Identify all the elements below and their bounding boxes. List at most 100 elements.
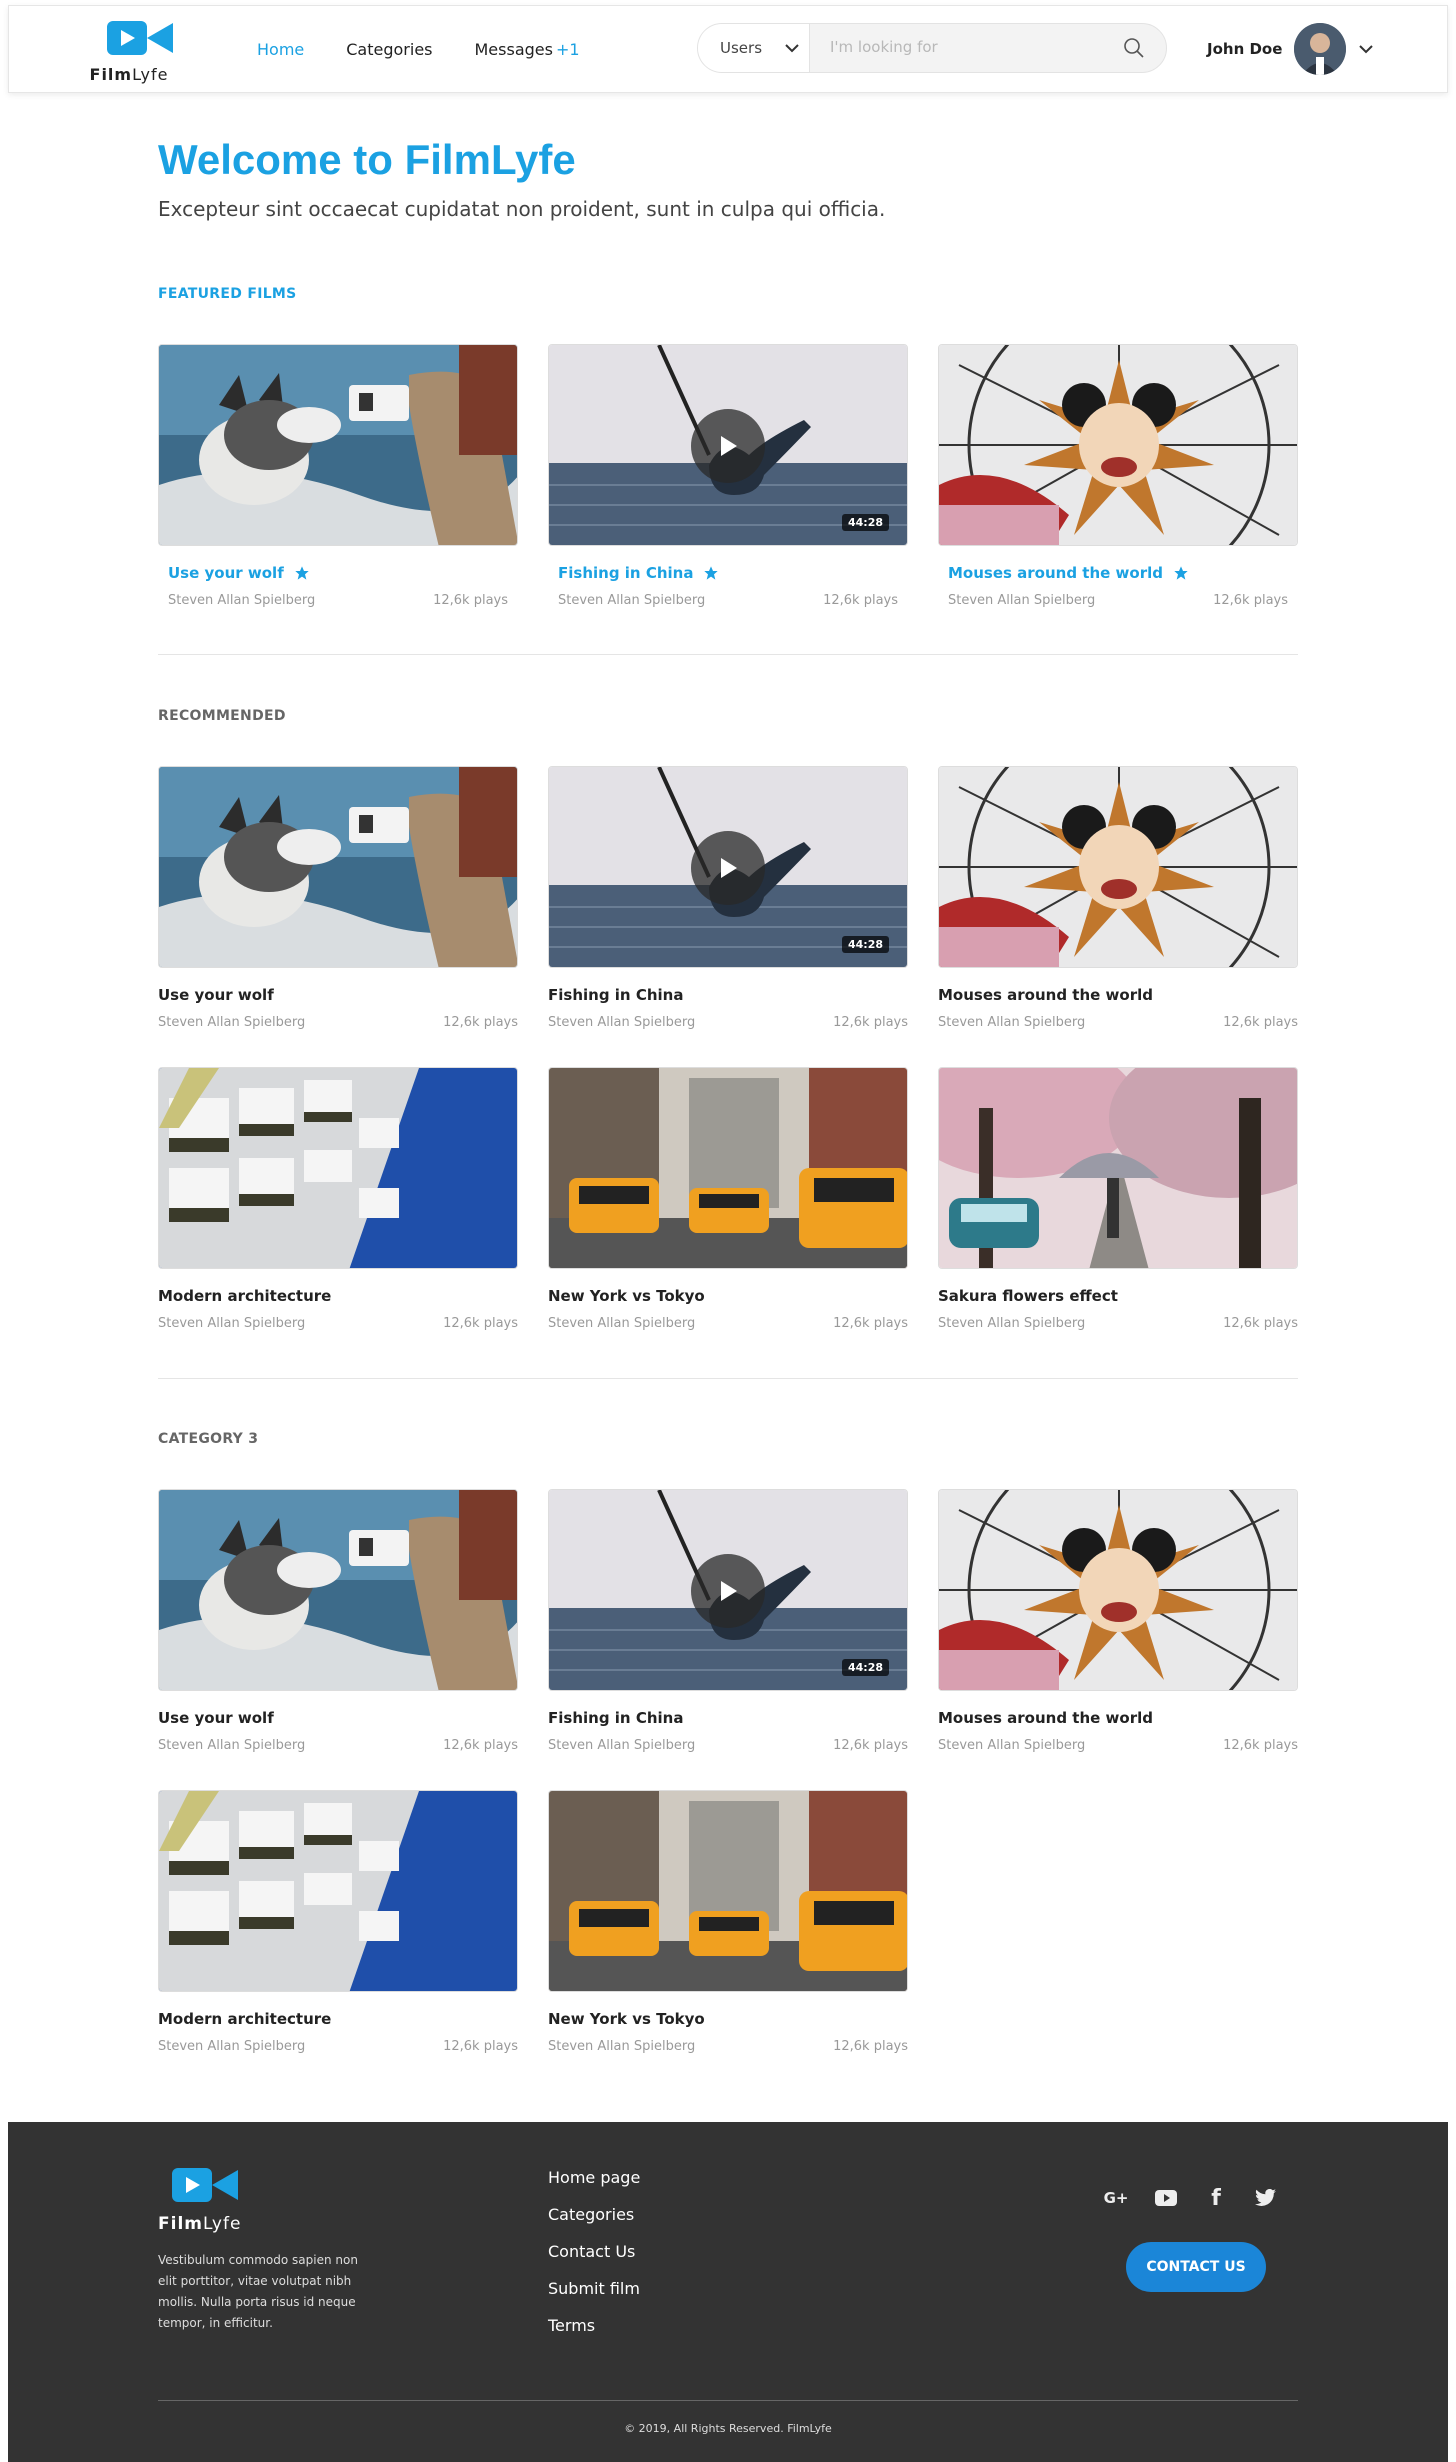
film-thumbnail[interactable] [938, 344, 1298, 546]
film-card[interactable]: Modern architecture Steven Allan Spielber… [158, 1790, 518, 2054]
nav-messages-label: Messages [474, 40, 553, 59]
film-title-text: New York vs Tokyo [548, 1287, 705, 1305]
film-title[interactable]: Mouses around the world [938, 986, 1298, 1004]
film-author[interactable]: Steven Allan Spielberg [548, 1316, 695, 1331]
duration-badge: 44:28 [841, 936, 889, 953]
film-title[interactable]: New York vs Tokyo [548, 1287, 908, 1305]
film-author[interactable]: Steven Allan Spielberg [948, 593, 1095, 608]
film-author[interactable]: Steven Allan Spielberg [938, 1316, 1085, 1331]
film-title-text: Fishing in China [548, 986, 684, 1004]
film-card[interactable]: Use your wolf Steven Allan Spielberg 12,6k… [158, 344, 518, 608]
contact-us-button[interactable]: CONTACT US [1126, 2242, 1266, 2292]
play-button[interactable] [691, 1554, 765, 1628]
film-title-text: Mouses around the world [948, 564, 1163, 582]
footer-link-contact[interactable]: Contact Us [548, 2242, 640, 2261]
film-title[interactable]: Sakura flowers effect [938, 1287, 1298, 1305]
film-card[interactable]: Mouses around the world Steven Allan Spie… [938, 1489, 1298, 1753]
youtube-icon[interactable] [1154, 2186, 1178, 2210]
film-card[interactable]: Use your wolf Steven Allan Spielberg 12,6k… [158, 766, 518, 1030]
film-title[interactable]: Fishing in China [548, 1709, 908, 1727]
film-title[interactable]: Fishing in China [548, 986, 908, 1004]
search-scope-select[interactable]: Users [698, 24, 810, 72]
film-author[interactable]: Steven Allan Spielberg [548, 1738, 695, 1753]
film-title-text: Fishing in China [548, 1709, 684, 1727]
film-meta: Steven Allan Spielberg 12,6k plays [938, 593, 1298, 608]
film-card[interactable]: Mouses around the world Steven Allan Spie… [938, 344, 1298, 608]
film-thumbnail[interactable] [938, 766, 1298, 968]
film-card[interactable]: Mouses around the world Steven Allan Spie… [938, 766, 1298, 1030]
film-author[interactable]: Steven Allan Spielberg [548, 2039, 695, 2054]
facebook-icon[interactable]: f [1204, 2186, 1228, 2211]
film-title[interactable]: Fishing in China [558, 564, 908, 582]
main-nav: Home Categories Messages +1 [257, 40, 580, 59]
film-author[interactable]: Steven Allan Spielberg [158, 1316, 305, 1331]
film-title[interactable]: Use your wolf [158, 1709, 518, 1727]
film-card[interactable]: Sakura flowers effect Steven Allan Spielb… [938, 1067, 1298, 1331]
film-card[interactable]: New York vs Tokyo Steven Allan Spielberg 1… [548, 1790, 908, 2054]
film-plays: 12,6k plays [433, 593, 508, 608]
nav-categories[interactable]: Categories [346, 40, 432, 59]
film-title-text: Fishing in China [558, 564, 694, 582]
play-button[interactable] [691, 409, 765, 483]
camera-logo-icon [107, 21, 173, 55]
nav-messages[interactable]: Messages +1 [475, 40, 580, 59]
film-thumbnail[interactable] [548, 1790, 908, 1992]
film-author[interactable]: Steven Allan Spielberg [158, 1015, 305, 1030]
film-title[interactable]: Use your wolf [158, 986, 518, 1004]
film-title[interactable]: Mouses around the world [948, 564, 1298, 582]
film-meta: Steven Allan Spielberg 12,6k plays [158, 1015, 518, 1030]
brand-logo[interactable]: FilmLyfe [87, 19, 173, 89]
film-author[interactable]: Steven Allan Spielberg [558, 593, 705, 608]
chevron-down-icon [785, 44, 799, 53]
section-category3-label: CATEGORY 3 [158, 1431, 259, 1447]
twitter-icon[interactable] [1254, 2186, 1278, 2210]
film-thumbnail[interactable] [158, 1790, 518, 1992]
film-title[interactable]: Use your wolf [168, 564, 518, 582]
film-thumbnail[interactable] [158, 766, 518, 968]
film-plays: 12,6k plays [833, 1738, 908, 1753]
google-plus-icon[interactable]: G+ [1104, 2186, 1129, 2210]
search-input[interactable]: I'm looking for [830, 38, 938, 56]
search-icon[interactable] [1122, 36, 1146, 60]
film-thumbnail[interactable] [158, 1067, 518, 1269]
film-card[interactable]: 44:28 Fishing in China Steven Allan Spielb… [548, 766, 908, 1030]
user-menu[interactable]: John Doe [1207, 22, 1374, 76]
footer-logo[interactable]: FilmLyfe [158, 2166, 258, 2236]
avatar [1294, 23, 1347, 75]
film-author[interactable]: Steven Allan Spielberg [158, 1738, 305, 1753]
footer-link-terms[interactable]: Terms [548, 2316, 640, 2335]
nav-home[interactable]: Home [257, 40, 304, 59]
film-author[interactable]: Steven Allan Spielberg [938, 1015, 1085, 1030]
film-thumbnail[interactable] [938, 1067, 1298, 1269]
section-recommended-label: RECOMMENDED [158, 708, 286, 724]
footer-link-submit[interactable]: Submit film [548, 2279, 640, 2298]
film-title[interactable]: New York vs Tokyo [548, 2010, 908, 2028]
film-title[interactable]: Modern architecture [158, 1287, 518, 1305]
film-title[interactable]: Mouses around the world [938, 1709, 1298, 1727]
film-card[interactable]: 44:28 Fishing in China Steven Allan Spielb… [548, 1489, 908, 1753]
film-thumbnail[interactable] [158, 1489, 518, 1691]
social-links: G+ f [1104, 2186, 1278, 2211]
film-card[interactable]: Modern architecture Steven Allan Spielber… [158, 1067, 518, 1331]
film-thumbnail[interactable]: 44:28 [548, 344, 908, 546]
footer-link-categories[interactable]: Categories [548, 2205, 640, 2224]
film-plays: 12,6k plays [443, 2039, 518, 2054]
film-thumbnail[interactable]: 44:28 [548, 1489, 908, 1691]
film-author[interactable]: Steven Allan Spielberg [938, 1738, 1085, 1753]
film-card[interactable]: 44:28 Fishing in China Steven Allan Spielb… [548, 344, 908, 608]
film-thumbnail[interactable] [548, 1067, 908, 1269]
film-author[interactable]: Steven Allan Spielberg [548, 1015, 695, 1030]
film-thumbnail[interactable] [158, 344, 518, 546]
film-author[interactable]: Steven Allan Spielberg [158, 2039, 305, 2054]
film-card[interactable]: Use your wolf Steven Allan Spielberg 12,6k… [158, 1489, 518, 1753]
footer-link-home[interactable]: Home page [548, 2168, 640, 2187]
film-title[interactable]: Modern architecture [158, 2010, 518, 2028]
film-title-text: Modern architecture [158, 2010, 332, 2028]
film-author[interactable]: Steven Allan Spielberg [168, 593, 315, 608]
film-card[interactable]: New York vs Tokyo Steven Allan Spielberg 1… [548, 1067, 908, 1331]
film-thumbnail[interactable]: 44:28 [548, 766, 908, 968]
play-button[interactable] [691, 831, 765, 905]
film-thumbnail[interactable] [938, 1489, 1298, 1691]
film-title-text: Mouses around the world [938, 986, 1153, 1004]
chevron-down-icon [1359, 45, 1374, 54]
